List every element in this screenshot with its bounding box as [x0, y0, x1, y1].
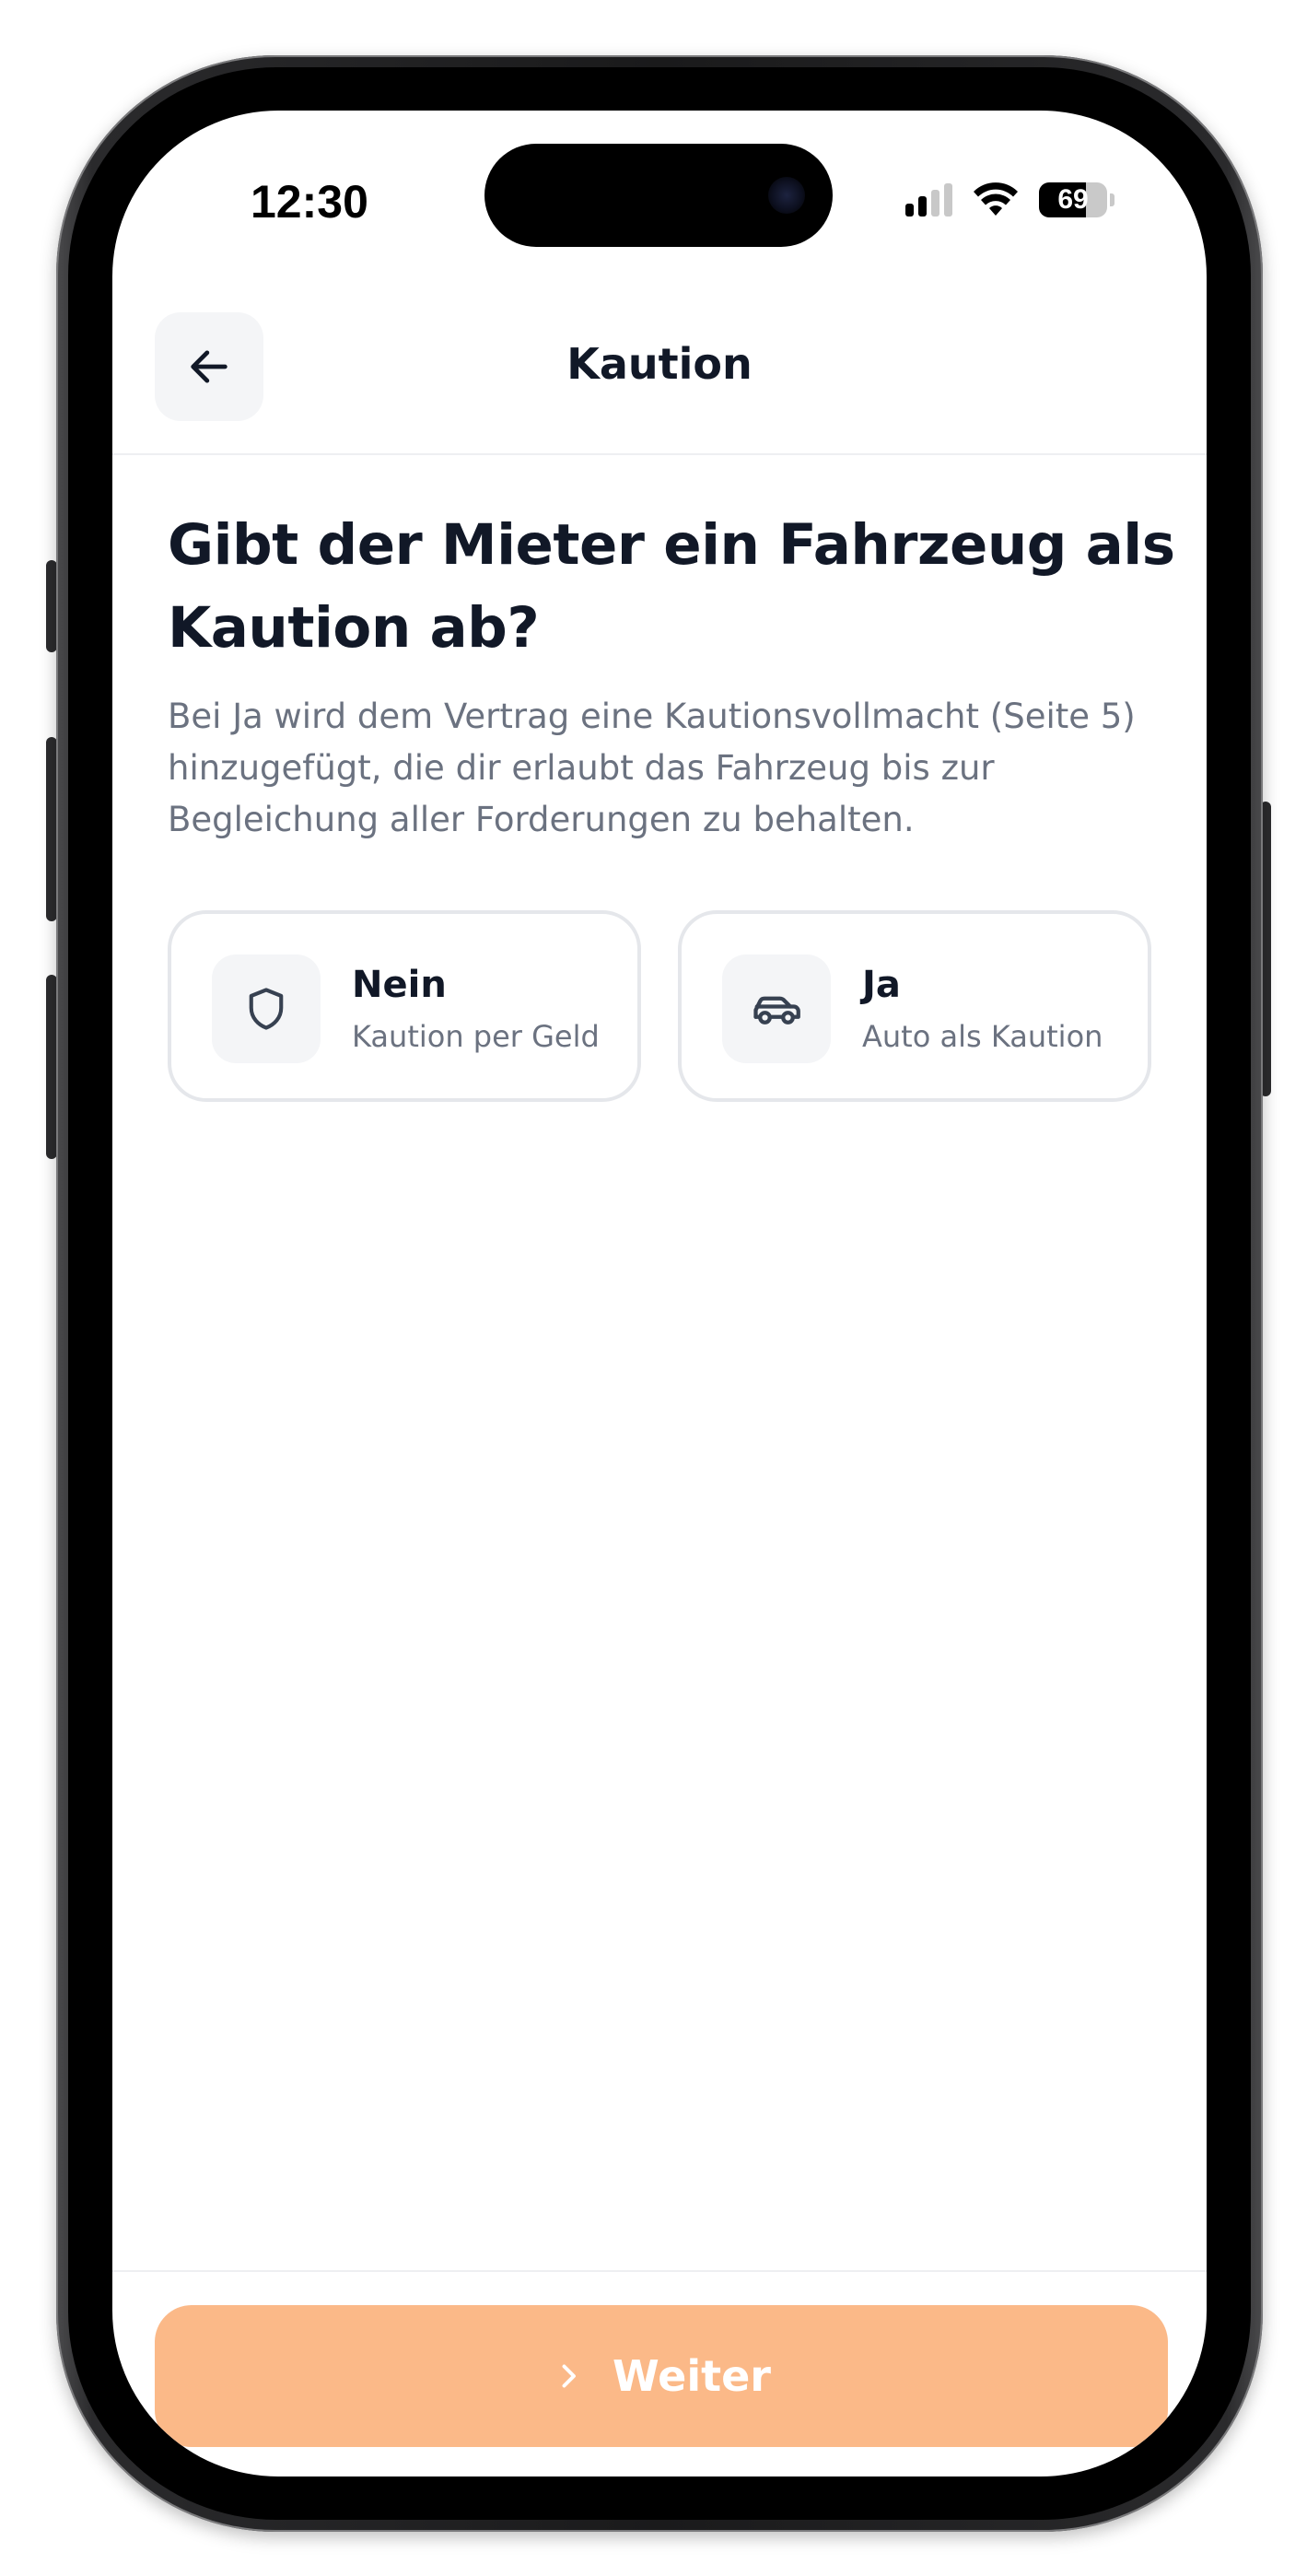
option-nein[interactable]: Nein Kaution per Geld — [168, 910, 641, 1102]
option-subtitle: Auto als Kaution — [862, 1019, 1103, 1054]
app-screen: 12:30 69 Kaution Gibt der Mieter ein Fah… — [112, 111, 1207, 2476]
wifi-icon — [974, 182, 1018, 216]
question-description: Bei Ja wird dem Vertrag eine Kautionsvol… — [168, 697, 1136, 839]
header-divider — [112, 453, 1207, 455]
next-button[interactable]: Weiter — [155, 2305, 1168, 2447]
camera-icon — [768, 177, 805, 214]
battery-tip — [1110, 193, 1114, 206]
option-title: Nein — [352, 964, 447, 1006]
cellular-signal-icon — [905, 183, 952, 217]
option-icon-container — [212, 954, 321, 1063]
page-title: Kaution — [566, 339, 753, 389]
option-subtitle: Kaution per Geld — [352, 1019, 600, 1054]
question-heading: Gibt der Mieter ein Fahrzeug als Kaution… — [168, 512, 1175, 661]
footer-divider — [112, 2270, 1207, 2272]
car-icon — [753, 996, 800, 1025]
shield-icon — [249, 988, 284, 1030]
option-ja[interactable]: Ja Auto als Kaution — [678, 910, 1151, 1102]
battery-icon: 69 — [1039, 182, 1107, 217]
status-indicators: 69 — [905, 182, 1114, 217]
next-button-label: Weiter — [613, 2351, 771, 2401]
dynamic-island — [484, 144, 833, 247]
chevron-right-icon — [562, 2364, 576, 2388]
option-icon-container — [722, 954, 831, 1063]
option-title: Ja — [862, 964, 901, 1006]
status-time: 12:30 — [251, 176, 368, 228]
battery-group: 69 — [1039, 182, 1114, 217]
battery-level: 69 — [1057, 184, 1089, 215]
